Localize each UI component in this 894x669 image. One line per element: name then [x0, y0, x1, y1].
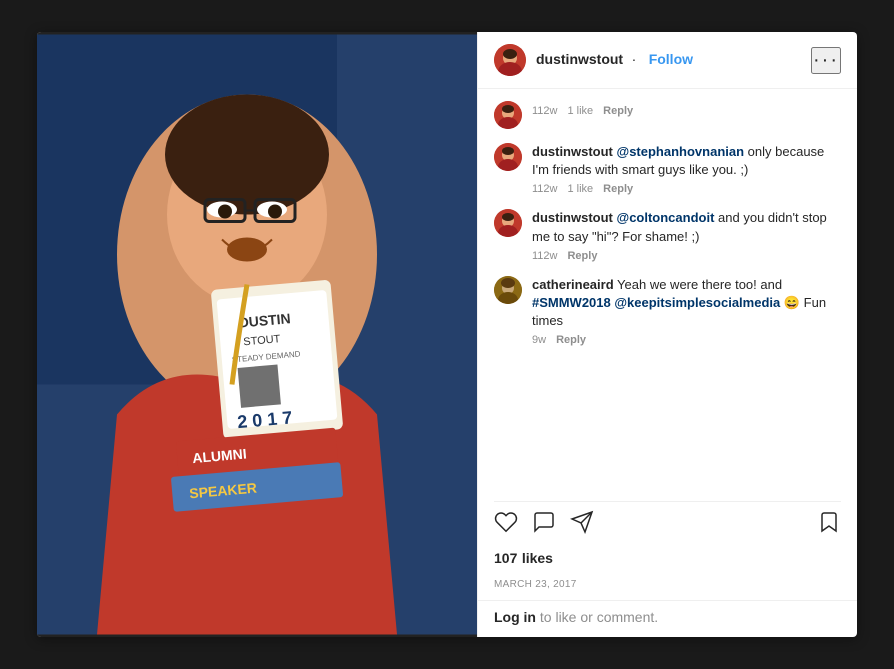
- comment-likes: 1 like: [567, 183, 593, 195]
- reply-button[interactable]: Reply: [567, 250, 597, 262]
- comment-text: dustinwstout @coltoncandoit and you didn…: [532, 209, 841, 245]
- comment-text: catherineaird Yeah we were there too! an…: [532, 276, 841, 331]
- comment-mention[interactable]: @stephanhovnanian: [617, 144, 745, 159]
- comment-time: 112w: [532, 183, 557, 195]
- header-dot: ·: [632, 51, 637, 67]
- comment-text: dustinwstout @stephanhovnanian only beca…: [532, 143, 841, 179]
- post-owner-avatar: [494, 44, 526, 76]
- comment-body: dustinwstout @coltoncandoit and you didn…: [532, 209, 841, 261]
- comment-username: catherineaird: [532, 277, 614, 292]
- comment-item: catherineaird Yeah we were there too! an…: [494, 276, 841, 347]
- comment-button[interactable]: [532, 510, 556, 540]
- comment-hashtag[interactable]: #SMMW2018: [532, 295, 611, 310]
- post-right-panel: dustinwstout · Follow ···: [477, 32, 857, 637]
- comment-item: dustinwstout @stephanhovnanian only beca…: [494, 143, 841, 195]
- comment-body: catherineaird Yeah we were there too! an…: [532, 276, 841, 347]
- follow-button[interactable]: Follow: [645, 51, 697, 67]
- comment-meta: 112w 1 like Reply: [532, 105, 841, 117]
- likes-label: likes: [522, 550, 553, 566]
- post-card: DUSTIN STOUT STEADY DEMAND 2 0 1 7 ALUMN…: [37, 32, 857, 637]
- post-header: dustinwstout · Follow ···: [478, 32, 857, 89]
- comment-avatar: [494, 276, 522, 304]
- share-button[interactable]: [570, 510, 594, 540]
- comment-item: 112w 1 like Reply: [494, 101, 841, 129]
- comment-avatar: [494, 143, 522, 171]
- comment-username: dustinwstout: [532, 144, 613, 159]
- comment-time: 112w: [532, 250, 557, 262]
- comments-section: 112w 1 like Reply: [478, 89, 857, 501]
- comment-item: dustinwstout @coltoncandoit and you didn…: [494, 209, 841, 261]
- reply-button[interactable]: Reply: [556, 334, 586, 346]
- more-options-button[interactable]: ···: [811, 47, 841, 74]
- like-button[interactable]: [494, 510, 518, 540]
- comment-username: dustinwstout: [532, 210, 613, 225]
- reply-button[interactable]: Reply: [603, 183, 633, 195]
- comment-body-text: Yeah we were there too! and: [617, 277, 782, 292]
- likes-count-row: 107 likes: [478, 548, 857, 572]
- comment-mention2[interactable]: @keepitsimplesocialmedia: [614, 295, 780, 310]
- login-prompt-text: to like or comment.: [540, 609, 658, 625]
- comment-avatar: [494, 101, 522, 129]
- comment-time: 112w: [532, 105, 557, 117]
- comment-avatar: [494, 209, 522, 237]
- comment-likes: 1 like: [567, 105, 593, 117]
- owner-username: dustinwstout: [536, 51, 623, 67]
- post-actions: [478, 502, 857, 548]
- post-date-row: MARCH 23, 2017: [478, 572, 857, 600]
- likes-count: 107: [494, 550, 517, 566]
- bookmark-button[interactable]: [817, 510, 841, 540]
- comment-body: dustinwstout @stephanhovnanian only beca…: [532, 143, 841, 195]
- post-owner-info: dustinwstout · Follow: [536, 51, 811, 69]
- post-photo: DUSTIN STOUT STEADY DEMAND 2 0 1 7 ALUMN…: [37, 32, 477, 637]
- comment-body: 112w 1 like Reply: [532, 101, 841, 117]
- comment-meta: 9w Reply: [532, 334, 841, 346]
- login-link[interactable]: Log in: [494, 609, 536, 625]
- login-prompt: Log in to like or comment.: [478, 600, 857, 637]
- comment-mention[interactable]: @coltoncandoit: [617, 210, 715, 225]
- post-date: MARCH 23, 2017: [494, 579, 577, 590]
- comment-meta: 112w 1 like Reply: [532, 183, 841, 195]
- comment-time: 9w: [532, 334, 546, 346]
- comment-meta: 112w Reply: [532, 250, 841, 262]
- reply-button[interactable]: Reply: [603, 105, 633, 117]
